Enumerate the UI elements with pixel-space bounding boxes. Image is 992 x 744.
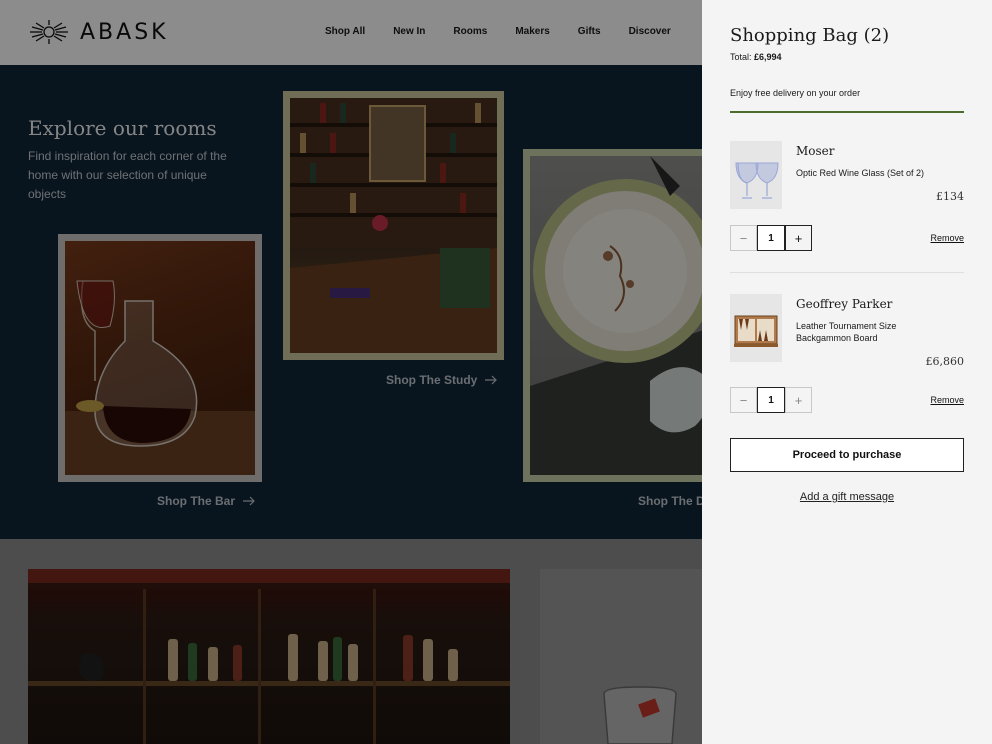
item-price: £134 [936,190,964,203]
item-price: £6,860 [925,355,965,368]
quantity-stepper: − 1 + [730,225,812,251]
page-dim-overlay[interactable] [0,0,702,744]
item-maker[interactable]: Moser [796,144,835,158]
remove-item-button[interactable]: Remove [930,233,964,243]
bag-total-label: Total: [730,52,752,62]
item-name[interactable]: Leather Tournament Size Backgammon Board [796,320,926,344]
item-divider [730,272,964,273]
item-name[interactable]: Optic Red Wine Glass (Set of 2) [796,167,926,179]
decrease-quantity-button[interactable]: − [730,225,757,251]
bag-total: Total: £6,994 [730,52,782,62]
bag-title: Shopping Bag (2) [730,25,890,46]
increase-quantity-button[interactable]: + [785,387,812,413]
item-thumbnail-moser[interactable] [730,141,782,209]
free-delivery-note: Enjoy free delivery on your order [730,88,861,98]
proceed-to-purchase-button[interactable]: Proceed to purchase [730,438,964,472]
backgammon-board-image [734,315,778,347]
increase-quantity-button[interactable]: + [785,225,812,251]
decrease-quantity-button[interactable]: − [730,387,757,413]
bag-total-value: £6,994 [754,52,782,62]
delivery-progress-bar [730,111,964,113]
quantity-value[interactable]: 1 [757,387,785,413]
shopping-bag-drawer: Shopping Bag (2) Total: £6,994 Enjoy fre… [702,0,992,744]
wine-glass-image [735,162,779,199]
item-maker[interactable]: Geoffrey Parker [796,297,892,311]
quantity-value[interactable]: 1 [757,225,785,251]
item-thumbnail-geoffrey-parker[interactable] [730,294,782,362]
quantity-stepper: − 1 + [730,387,812,413]
add-gift-message-link[interactable]: Add a gift message [702,491,992,503]
remove-item-button[interactable]: Remove [930,395,964,405]
